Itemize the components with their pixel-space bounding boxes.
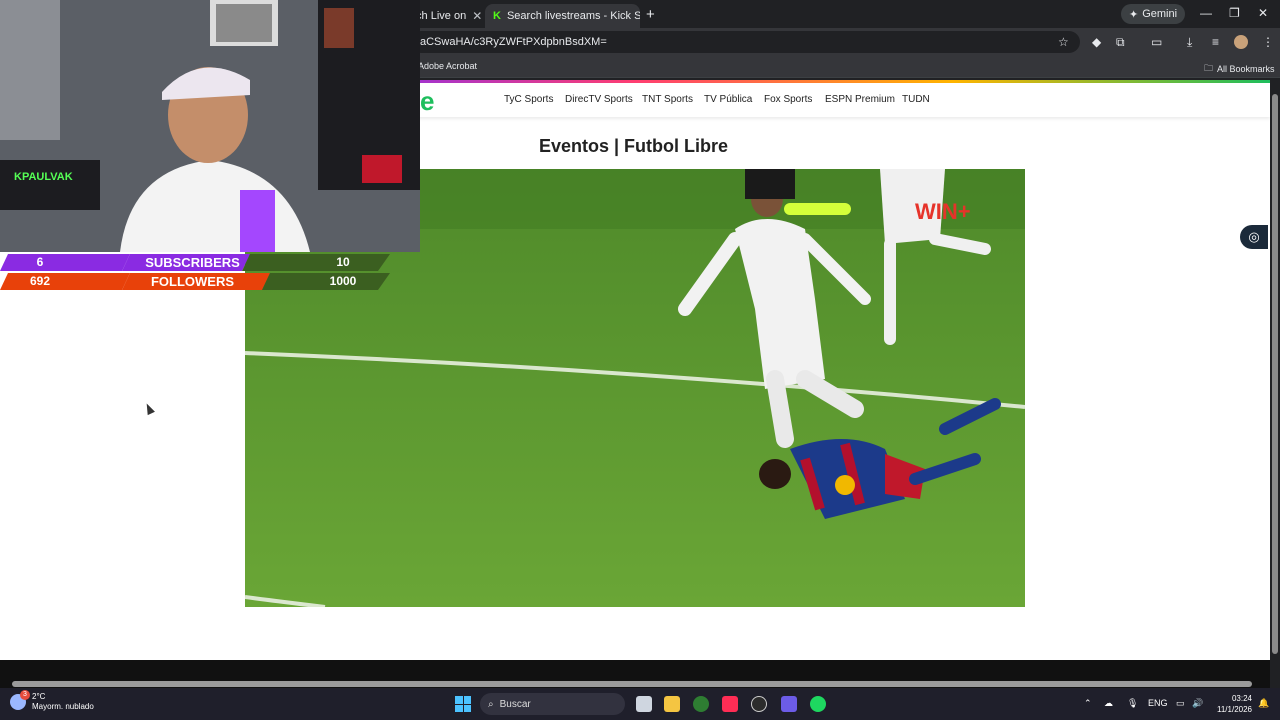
nav-tnt-sports[interactable]: TNT Sports [642, 94, 693, 105]
webcam-overlay: KPAULVAK [0, 0, 420, 252]
windows-start-icon[interactable] [455, 696, 471, 712]
chevron-up-icon[interactable]: ⌃ [1084, 698, 1092, 709]
media-queue-icon[interactable]: ≡ [1212, 35, 1219, 49]
tab-search-livestreams[interactable]: K Search livestreams - Kick Stream ✕ [485, 4, 640, 28]
weather-widget[interactable]: 3 2°C Mayorm. nublado [10, 690, 94, 712]
nav-tudn[interactable]: TUDN [902, 94, 930, 105]
gemini-button[interactable]: ✦ Gemini [1121, 4, 1186, 24]
subscribers-goal-value: 10 [336, 255, 350, 269]
download-icon[interactable]: ⤓ [1187, 35, 1192, 50]
onedrive-icon[interactable]: ☁ [1104, 698, 1113, 709]
cast-icon[interactable]: ▭ [1151, 35, 1162, 49]
chrome-icon[interactable] [693, 696, 709, 712]
close-window-icon[interactable]: ✕ [1258, 6, 1268, 20]
subscribers-label: SUBSCRIBERS [145, 255, 240, 270]
kick-favicon-icon: K [493, 10, 501, 22]
nav-directv-sports[interactable]: DirecTV Sports [565, 94, 633, 105]
nav-espn-premium[interactable]: ESPN Premium [825, 94, 895, 105]
profile-avatar[interactable] [1234, 35, 1248, 49]
volume-icon[interactable]: 🔊 [1192, 698, 1203, 709]
mouse-cursor-icon [143, 401, 155, 416]
page-title: Eventos | Futbol Libre [539, 136, 729, 156]
horizontal-scroll-thumb[interactable] [12, 681, 1252, 687]
followers-count: 692 [29, 274, 51, 288]
tab-label: tch Live on [413, 10, 467, 22]
tab-label: Search livestreams - Kick Stream [506, 10, 640, 22]
notification-badge: 3 [20, 690, 30, 700]
language-indicator[interactable]: ENG [1148, 698, 1168, 708]
url-text: aCSwaHA/c3RyZWFtPXdpbnBsdXM= [420, 36, 607, 48]
menu-kebab-icon[interactable]: ⋮ [1262, 35, 1274, 49]
subscribers-goal: 6 SUBSCRIBERS 10 [0, 254, 390, 273]
site-logo[interactable]: e [420, 86, 434, 117]
nav-fox-sports[interactable]: Fox Sports [764, 94, 812, 105]
network-icon[interactable]: ▭ [1176, 698, 1185, 709]
webcam-feed: KPAULVAK [0, 0, 420, 252]
microphone-icon[interactable]: 🎙 [1127, 698, 1138, 709]
extension-diamond-icon[interactable]: ◆ [1092, 35, 1101, 49]
horizontal-scrollbar[interactable] [0, 660, 1270, 688]
followers-goal-value: 1000 [329, 274, 357, 288]
system-clock[interactable]: 03:24 11/1/2026 [1212, 693, 1252, 715]
search-icon: ⌕ [488, 698, 494, 710]
address-bar[interactable]: aCSwaHA/c3RyZWFtPXdpbnBsdXM= [410, 31, 1080, 53]
taskbar-search[interactable]: ⌕ Buscar [480, 693, 625, 715]
all-bookmarks-label: All Bookmarks [1217, 64, 1275, 74]
bookmark-adobe-acrobat[interactable]: Adobe Acrobat [418, 61, 477, 71]
nav-tv-publica[interactable]: TV Pública [704, 94, 752, 105]
nav-tyc-sports[interactable]: TyC Sports [504, 94, 553, 105]
notifications-icon[interactable]: 🔔 [1258, 698, 1269, 709]
vertical-scrollbar[interactable] [1270, 80, 1280, 680]
file-explorer-icon[interactable] [664, 696, 680, 712]
clock-date: 11/1/2026 [1217, 705, 1252, 714]
weather-description: Mayorm. nublado [32, 702, 94, 711]
followers-label: FOLLOWERS [150, 274, 235, 289]
task-view-icon[interactable] [636, 696, 652, 712]
app-icon[interactable] [781, 696, 797, 712]
extensions-puzzle-icon[interactable]: ⧉ [1116, 35, 1125, 50]
restore-icon[interactable]: ❐ [1229, 6, 1240, 20]
sparkle-icon: ✦ [1129, 8, 1139, 21]
clock-time: 03:24 [1231, 694, 1252, 703]
stream-goals: 6 SUBSCRIBERS 10 692 FOLLOWERS 1000 [0, 252, 390, 292]
weather-temperature: 2°C [32, 692, 46, 701]
tiktok-icon[interactable] [722, 696, 738, 712]
all-bookmarks-button[interactable]: 🗀 All Bookmarks [1204, 61, 1275, 77]
cloud-icon: 3 [10, 690, 30, 710]
subscribers-count: 6 [36, 255, 44, 269]
new-tab-button[interactable]: + [646, 6, 655, 23]
spotify-icon[interactable] [810, 696, 826, 712]
bookmark-label: Adobe Acrobat [418, 61, 478, 71]
search-placeholder: Buscar [499, 698, 531, 710]
gemini-label: Gemini [1142, 8, 1178, 20]
followers-goal: 692 FOLLOWERS 1000 [0, 273, 390, 292]
folder-icon: 🗀 [1204, 63, 1214, 73]
close-icon[interactable]: ✕ [472, 9, 482, 23]
bookmark-star-icon[interactable]: ☆ [1058, 35, 1069, 49]
minimize-icon[interactable]: — [1200, 6, 1212, 20]
channel-watermark: WIN+ [915, 199, 971, 224]
floating-widget-button[interactable]: ◎ [1240, 225, 1268, 249]
target-icon: ◎ [1248, 229, 1260, 244]
neon-sign: KPAULVAK [14, 171, 73, 183]
windows-taskbar: 3 2°C Mayorm. nublado ⌕ Buscar ⌃ ☁ 🎙 ENG… [0, 688, 1280, 720]
obs-icon[interactable] [751, 696, 767, 712]
vertical-scroll-thumb[interactable] [1272, 94, 1278, 654]
